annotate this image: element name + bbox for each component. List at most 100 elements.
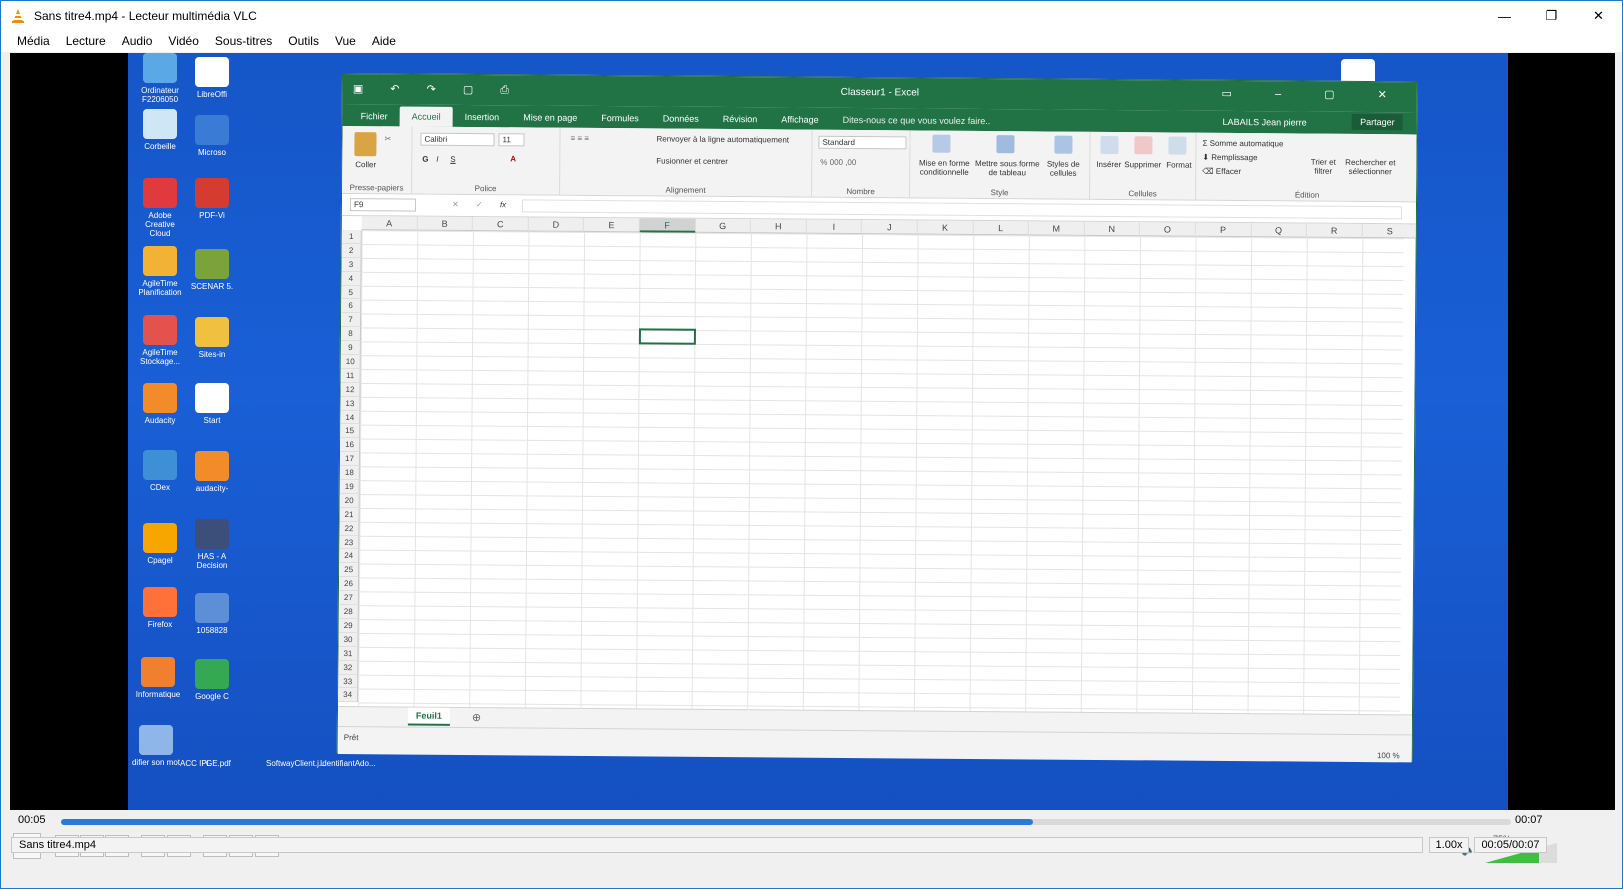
column-header[interactable]: O bbox=[1140, 222, 1196, 237]
cell-area[interactable] bbox=[358, 230, 1404, 715]
underline-button[interactable]: S bbox=[450, 155, 455, 164]
row-header[interactable]: 12 bbox=[340, 382, 361, 397]
cut-icon[interactable]: ✂ bbox=[384, 134, 391, 143]
menu-outils[interactable]: Outils bbox=[280, 31, 327, 52]
row-header[interactable]: 26 bbox=[338, 577, 360, 592]
row-header[interactable]: 23 bbox=[339, 535, 360, 550]
align-icons[interactable]: ≡ ≡ ≡ bbox=[570, 134, 589, 143]
menu-media[interactable]: Média bbox=[9, 31, 58, 52]
tell-me-search[interactable]: Dites-nous ce que vous voulez faire.. bbox=[843, 110, 991, 131]
column-header[interactable]: P bbox=[1195, 222, 1252, 238]
row-header[interactable]: 20 bbox=[339, 493, 360, 508]
row-header[interactable]: 30 bbox=[338, 632, 359, 647]
minimize-button[interactable]: — bbox=[1481, 1, 1528, 31]
row-header[interactable]: 31 bbox=[338, 646, 359, 661]
insert-cells-icon[interactable] bbox=[1100, 135, 1119, 155]
conditional-format-icon[interactable] bbox=[932, 134, 951, 153]
menu-audio[interactable]: Audio bbox=[114, 31, 161, 52]
active-cell[interactable] bbox=[638, 328, 697, 345]
name-box[interactable]: F9 bbox=[349, 198, 417, 212]
column-header[interactable]: B bbox=[417, 216, 474, 232]
font-size-box[interactable]: 11 bbox=[498, 133, 525, 147]
desktop-icon[interactable]: Google C bbox=[186, 659, 238, 701]
format-button[interactable]: Format bbox=[1166, 160, 1191, 169]
ribbon-tab-3[interactable]: Mise en page bbox=[511, 107, 589, 128]
desktop-icon[interactable]: HAS - A Decision bbox=[186, 519, 238, 570]
font-color-icon[interactable]: A bbox=[510, 154, 516, 163]
row-header[interactable]: 1 bbox=[341, 230, 362, 245]
find-select-button[interactable]: Rechercher et sélectionner bbox=[1342, 158, 1398, 176]
desktop-icon[interactable]: AgileTime Stockage... bbox=[134, 315, 186, 366]
playback-speed[interactable]: 1.00x bbox=[1429, 837, 1469, 853]
menu-aide[interactable]: Aide bbox=[364, 31, 404, 52]
desktop-icon[interactable]: Corbeille bbox=[134, 109, 186, 151]
row-header[interactable]: 22 bbox=[339, 521, 360, 536]
cell-styles-button[interactable]: Styles de cellules bbox=[1042, 160, 1084, 178]
column-header[interactable]: G bbox=[695, 218, 752, 234]
ribbon-tab-5[interactable]: Données bbox=[651, 108, 711, 128]
wrap-text-button[interactable]: Renvoyer à la ligne automatiquement bbox=[656, 134, 789, 144]
number-format-box[interactable]: Standard bbox=[818, 135, 907, 150]
fill-button[interactable]: ⬇ Remplissage bbox=[1202, 153, 1257, 162]
italic-button[interactable]: I bbox=[436, 155, 438, 164]
maximize-button[interactable]: ❐ bbox=[1528, 1, 1575, 31]
row-header[interactable]: 7 bbox=[341, 313, 362, 328]
row-header[interactable]: 21 bbox=[339, 507, 360, 522]
status-time[interactable]: 00:05/00:07 bbox=[1474, 837, 1547, 853]
menu-vue[interactable]: Vue bbox=[327, 31, 364, 52]
row-header[interactable]: 28 bbox=[338, 605, 359, 620]
close-button[interactable]: ✕ bbox=[1575, 1, 1622, 31]
delete-button[interactable]: Supprimer bbox=[1124, 160, 1161, 169]
column-header[interactable]: S bbox=[1362, 224, 1416, 239]
desktop-icon[interactable]: PDF-Vi bbox=[186, 178, 238, 220]
desktop-icon-label[interactable]: GE.pdf bbox=[206, 759, 231, 768]
desktop-icon[interactable]: CDex bbox=[134, 450, 186, 492]
desktop-icon[interactable]: audacity- bbox=[186, 451, 238, 493]
ribbon-tab-0[interactable]: Fichier bbox=[349, 106, 400, 126]
seek-bar[interactable] bbox=[61, 819, 1511, 825]
ribbon-tab-4[interactable]: Formules bbox=[589, 108, 651, 128]
desktop-icon[interactable]: Audacity bbox=[134, 383, 186, 425]
row-header[interactable]: 10 bbox=[340, 355, 361, 370]
column-header[interactable]: L bbox=[973, 220, 1029, 236]
row-header[interactable]: 5 bbox=[341, 285, 362, 300]
desktop-icon[interactable]: Firefox bbox=[134, 587, 186, 629]
row-header[interactable]: 19 bbox=[339, 480, 360, 495]
add-sheet-icon[interactable]: ⊕ bbox=[472, 711, 481, 724]
row-header[interactable]: 15 bbox=[340, 424, 361, 439]
column-header[interactable]: D bbox=[528, 217, 585, 232]
format-as-table-icon[interactable] bbox=[996, 135, 1015, 154]
ribbon-tab-7[interactable]: Affichage bbox=[769, 109, 831, 129]
desktop-icon[interactable]: Start bbox=[186, 383, 238, 425]
column-header[interactable]: C bbox=[472, 217, 529, 232]
column-header[interactable]: K bbox=[917, 220, 974, 235]
desktop-icon-label[interactable]: SoftwayClient.j... bbox=[266, 759, 326, 768]
format-as-table-button[interactable]: Mettre sous forme de tableau bbox=[974, 159, 1040, 178]
desktop-icon-label[interactable]: IdentifiantAdo... bbox=[320, 759, 376, 768]
row-header[interactable]: 24 bbox=[339, 549, 360, 564]
autosum-button[interactable]: Σ Somme automatique bbox=[1202, 139, 1283, 149]
row-header[interactable]: 14 bbox=[340, 410, 361, 425]
delete-cells-icon[interactable] bbox=[1134, 136, 1153, 155]
row-header[interactable]: 25 bbox=[339, 563, 360, 578]
column-header[interactable]: E bbox=[584, 217, 640, 233]
ribbon-tab-2[interactable]: Insertion bbox=[453, 107, 512, 127]
video-area[interactable]: Ordinateur F2206050 Corbeille Adobe Creati… bbox=[10, 53, 1615, 810]
paste-label[interactable]: Coller bbox=[355, 160, 376, 169]
paste-icon[interactable] bbox=[354, 132, 377, 157]
desktop-icon[interactable]: Adobe Creative Cloud bbox=[134, 178, 186, 238]
number-format-icons[interactable]: % 000 ,00 bbox=[820, 158, 856, 167]
row-header[interactable]: 6 bbox=[341, 299, 362, 314]
desktop-icon[interactable]: AgileTime Planification bbox=[134, 246, 186, 297]
sheet-tab-feuil1[interactable]: Feuil1 bbox=[407, 707, 451, 726]
menu-sous-titres[interactable]: Sous-titres bbox=[207, 31, 280, 52]
menu-lecture[interactable]: Lecture bbox=[58, 31, 114, 52]
row-header[interactable]: 4 bbox=[341, 271, 362, 286]
spreadsheet-grid[interactable]: ABCDEFGHIJKLMNOPQRS 1 2 3 4 5 6 7 8 9 10 11 12 13 14 1… bbox=[338, 216, 1416, 715]
formula-input[interactable] bbox=[521, 199, 1402, 220]
desktop-icon[interactable]: Cpagel bbox=[134, 523, 186, 565]
format-cells-icon[interactable] bbox=[1168, 136, 1187, 155]
ribbon-tab-1[interactable]: Accueil bbox=[399, 106, 453, 127]
sort-filter-button[interactable]: Trier et filtrer bbox=[1308, 158, 1338, 176]
column-header[interactable]: I bbox=[806, 219, 863, 235]
